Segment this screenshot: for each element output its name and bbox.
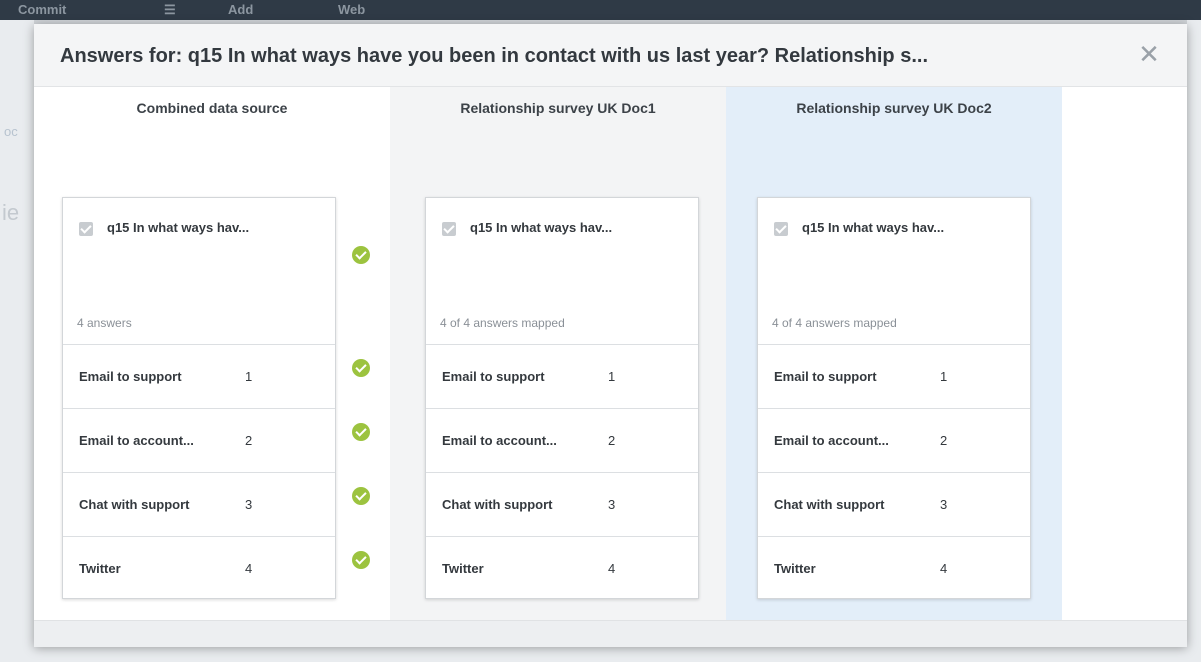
answer-label: Chat with support — [79, 497, 190, 512]
answer-row[interactable]: Chat with support 3 — [426, 473, 698, 537]
checkbox-icon[interactable] — [79, 222, 93, 236]
background-commit-label: Commit — [18, 2, 67, 17]
answers-summary: 4 of 4 answers mapped — [772, 316, 897, 330]
answer-row[interactable]: Email to support 1 — [63, 345, 335, 409]
column-relationship-survey-doc1: Relationship survey UK Doc1 q15 In what … — [390, 87, 726, 620]
background-left-panel: oc ie — [0, 20, 34, 662]
background-fragment: ie — [2, 200, 20, 225]
question-card: q15 In what ways hav... 4 of 4 answers m… — [757, 197, 1031, 599]
answers-modal: Answers for: q15 In what ways have you b… — [34, 24, 1187, 647]
question-card: q15 In what ways hav... 4 answers Email … — [62, 197, 336, 599]
modal-header: Answers for: q15 In what ways have you b… — [34, 24, 1187, 87]
close-icon[interactable]: ✕ — [1137, 41, 1161, 67]
mapped-check-icon — [352, 487, 370, 505]
mapped-check-icon — [352, 246, 370, 264]
answer-label: Email to support — [79, 369, 182, 384]
background-fragment: oc — [4, 124, 18, 139]
answer-label: Email to support — [442, 369, 545, 384]
answer-value: 1 — [245, 369, 253, 384]
mapped-check-icon — [352, 359, 370, 377]
answer-value: 4 — [245, 561, 253, 576]
modal-title: Answers for: q15 In what ways have you b… — [60, 45, 928, 67]
question-block: q15 In what ways hav... 4 of 4 answers m… — [426, 198, 698, 345]
answer-label: Email to account... — [442, 433, 557, 448]
answer-label: Twitter — [79, 561, 121, 576]
answer-label: Email to account... — [774, 433, 889, 448]
answer-row[interactable]: Email to account... 2 — [63, 409, 335, 473]
column-header: Relationship survey UK Doc1 — [460, 100, 656, 116]
answer-label: Twitter — [442, 561, 484, 576]
checkbox-icon[interactable] — [774, 222, 788, 236]
column-header: Combined data source — [136, 100, 288, 116]
answer-label: Chat with support — [774, 497, 885, 512]
background-add-label: Add — [228, 2, 254, 17]
column-header: Relationship survey UK Doc2 — [796, 100, 992, 116]
answer-value: 2 — [940, 433, 948, 448]
answer-row[interactable]: Twitter 4 — [758, 537, 1030, 598]
answer-label: Email to account... — [79, 433, 194, 448]
column-empty-area — [1062, 87, 1187, 620]
question-label: q15 In what ways hav... — [802, 220, 945, 235]
answer-row[interactable]: Chat with support 3 — [63, 473, 335, 537]
question-label: q15 In what ways hav... — [107, 220, 250, 235]
background-bottom — [0, 646, 1201, 662]
answer-row[interactable]: Email to support 1 — [758, 345, 1030, 409]
answer-label: Chat with support — [442, 497, 553, 512]
answer-value: 4 — [940, 561, 948, 576]
answer-row[interactable]: Email to account... 2 — [426, 409, 698, 473]
answer-row[interactable]: Twitter 4 — [63, 537, 335, 598]
answer-value: 3 — [245, 497, 253, 512]
question-label: q15 In what ways hav... — [470, 220, 613, 235]
background-topbar: Commit ☰ Add Web — [0, 0, 1201, 20]
background-web-label: Web — [338, 2, 366, 17]
background-right-panel — [1187, 20, 1201, 662]
answer-label: Twitter — [774, 561, 816, 576]
modal-footer — [34, 620, 1187, 647]
column-combined-data-source: Combined data source q15 In what ways ha… — [34, 87, 390, 620]
answer-value: 3 — [608, 497, 616, 512]
checkbox-icon[interactable] — [442, 222, 456, 236]
question-card: q15 In what ways hav... 4 of 4 answers m… — [425, 197, 699, 599]
column-relationship-survey-doc2: Relationship survey UK Doc2 q15 In what … — [726, 87, 1062, 620]
question-block: q15 In what ways hav... 4 answers — [63, 198, 335, 345]
question-block: q15 In what ways hav... 4 of 4 answers m… — [758, 198, 1030, 345]
answer-row[interactable]: Twitter 4 — [426, 537, 698, 598]
answer-value: 3 — [940, 497, 948, 512]
answers-summary: 4 of 4 answers mapped — [440, 316, 565, 330]
answer-row[interactable]: Chat with support 3 — [758, 473, 1030, 537]
mapped-check-icon — [352, 423, 370, 441]
answers-summary: 4 answers — [77, 316, 132, 330]
answer-row[interactable]: Email to account... 2 — [758, 409, 1030, 473]
mapped-check-icon — [352, 551, 370, 569]
background-menu-icon: ☰ — [164, 2, 176, 17]
answer-label: Email to support — [774, 369, 877, 384]
answer-value: 4 — [608, 561, 616, 576]
answer-value: 2 — [245, 433, 253, 448]
answer-value: 2 — [608, 433, 616, 448]
answer-row[interactable]: Email to support 1 — [426, 345, 698, 409]
answer-value: 1 — [608, 369, 616, 384]
answer-value: 1 — [940, 369, 948, 384]
